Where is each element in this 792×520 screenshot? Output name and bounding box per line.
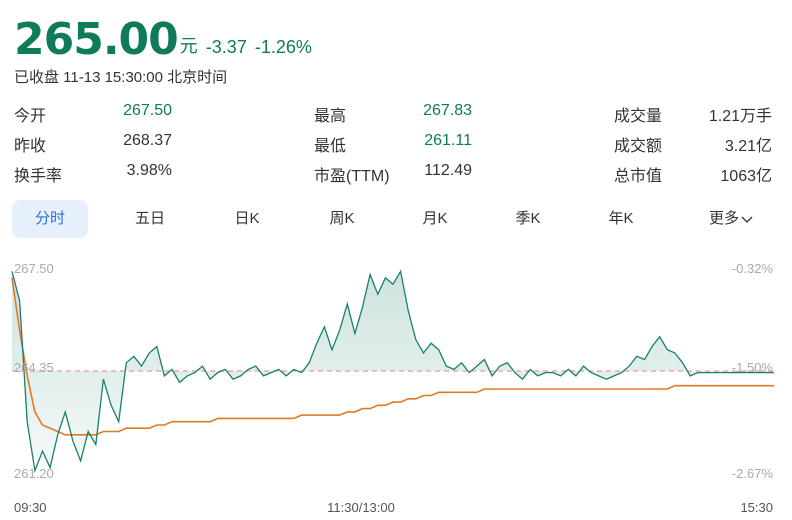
open-label: 今开 bbox=[14, 108, 47, 125]
tab-yearly-k[interactable]: 年K bbox=[583, 200, 659, 238]
pct-tick-label: -0.32% bbox=[732, 261, 774, 276]
currency-unit: 元 bbox=[179, 36, 198, 56]
chevron-down-icon bbox=[741, 216, 753, 223]
market-cap-value: 1063亿 bbox=[720, 168, 772, 185]
tab-label: 日K bbox=[234, 210, 260, 227]
tab-label: 月K bbox=[422, 210, 448, 227]
tab-daily-k[interactable]: 日K bbox=[209, 200, 285, 238]
low-label: 最低 bbox=[314, 138, 347, 155]
price-change: -3.37 bbox=[205, 37, 247, 57]
volume-value: 1.21万手 bbox=[708, 108, 772, 125]
intraday-chart[interactable]: 267.50 264.35 261.20 -0.32% -1.50% -2.67… bbox=[0, 248, 792, 520]
tab-intraday[interactable]: 分时 bbox=[12, 200, 88, 238]
turnover-rate-label: 换手率 bbox=[14, 168, 63, 185]
tab-quarterly-k[interactable]: 季K bbox=[490, 200, 566, 238]
tab-label: 年K bbox=[608, 210, 634, 227]
amount-label: 成交额 bbox=[614, 138, 663, 155]
low-value: 261.11 bbox=[424, 132, 472, 149]
period-tabs: 分时 五日 日K 周K 月K 季K 年K 更多 bbox=[12, 200, 780, 238]
turnover-rate-value: 3.98% bbox=[126, 162, 172, 179]
x-tick-label: 11:30/13:00 bbox=[327, 500, 395, 515]
tab-label: 季K bbox=[515, 210, 541, 227]
volume-label: 成交量 bbox=[614, 108, 663, 125]
tab-label: 五日 bbox=[134, 210, 165, 227]
pct-tick-label: -2.67% bbox=[732, 466, 774, 481]
tab-label: 周K bbox=[329, 210, 355, 227]
current-price: 265.00 bbox=[14, 14, 179, 65]
pe-ttm-value: 112.49 bbox=[424, 162, 472, 179]
tab-label: 分时 bbox=[34, 210, 65, 227]
tab-monthly-k[interactable]: 月K bbox=[397, 200, 473, 238]
x-tick-label: 15:30 bbox=[740, 500, 773, 515]
y-tick-label: 261.20 bbox=[14, 466, 54, 481]
price-change-percent: -1.26% bbox=[254, 37, 312, 57]
tab-label: 更多 bbox=[708, 210, 739, 227]
prev-close-label: 昨收 bbox=[14, 138, 47, 155]
x-tick-label: 09:30 bbox=[14, 500, 47, 515]
tab-more[interactable]: 更多 bbox=[688, 200, 774, 238]
tab-five-day[interactable]: 五日 bbox=[112, 200, 188, 238]
amount-value: 3.21亿 bbox=[724, 138, 772, 155]
y-tick-label: 267.50 bbox=[14, 261, 54, 276]
prev-close-value: 268.37 bbox=[123, 132, 172, 149]
pe-ttm-label: 市盈(TTM) bbox=[314, 168, 390, 185]
pct-tick-label: -1.50% bbox=[732, 360, 774, 375]
high-value: 267.83 bbox=[423, 102, 472, 119]
market-status: 已收盘 11-13 15:30:00 北京时间 bbox=[14, 69, 228, 86]
high-label: 最高 bbox=[314, 108, 347, 125]
tab-weekly-k[interactable]: 周K bbox=[304, 200, 380, 238]
y-tick-label: 264.35 bbox=[14, 360, 54, 375]
market-cap-label: 总市值 bbox=[614, 168, 663, 185]
price-header: 265.00 元 -3.37 -1.26% bbox=[14, 6, 312, 62]
open-value: 267.50 bbox=[123, 102, 172, 119]
